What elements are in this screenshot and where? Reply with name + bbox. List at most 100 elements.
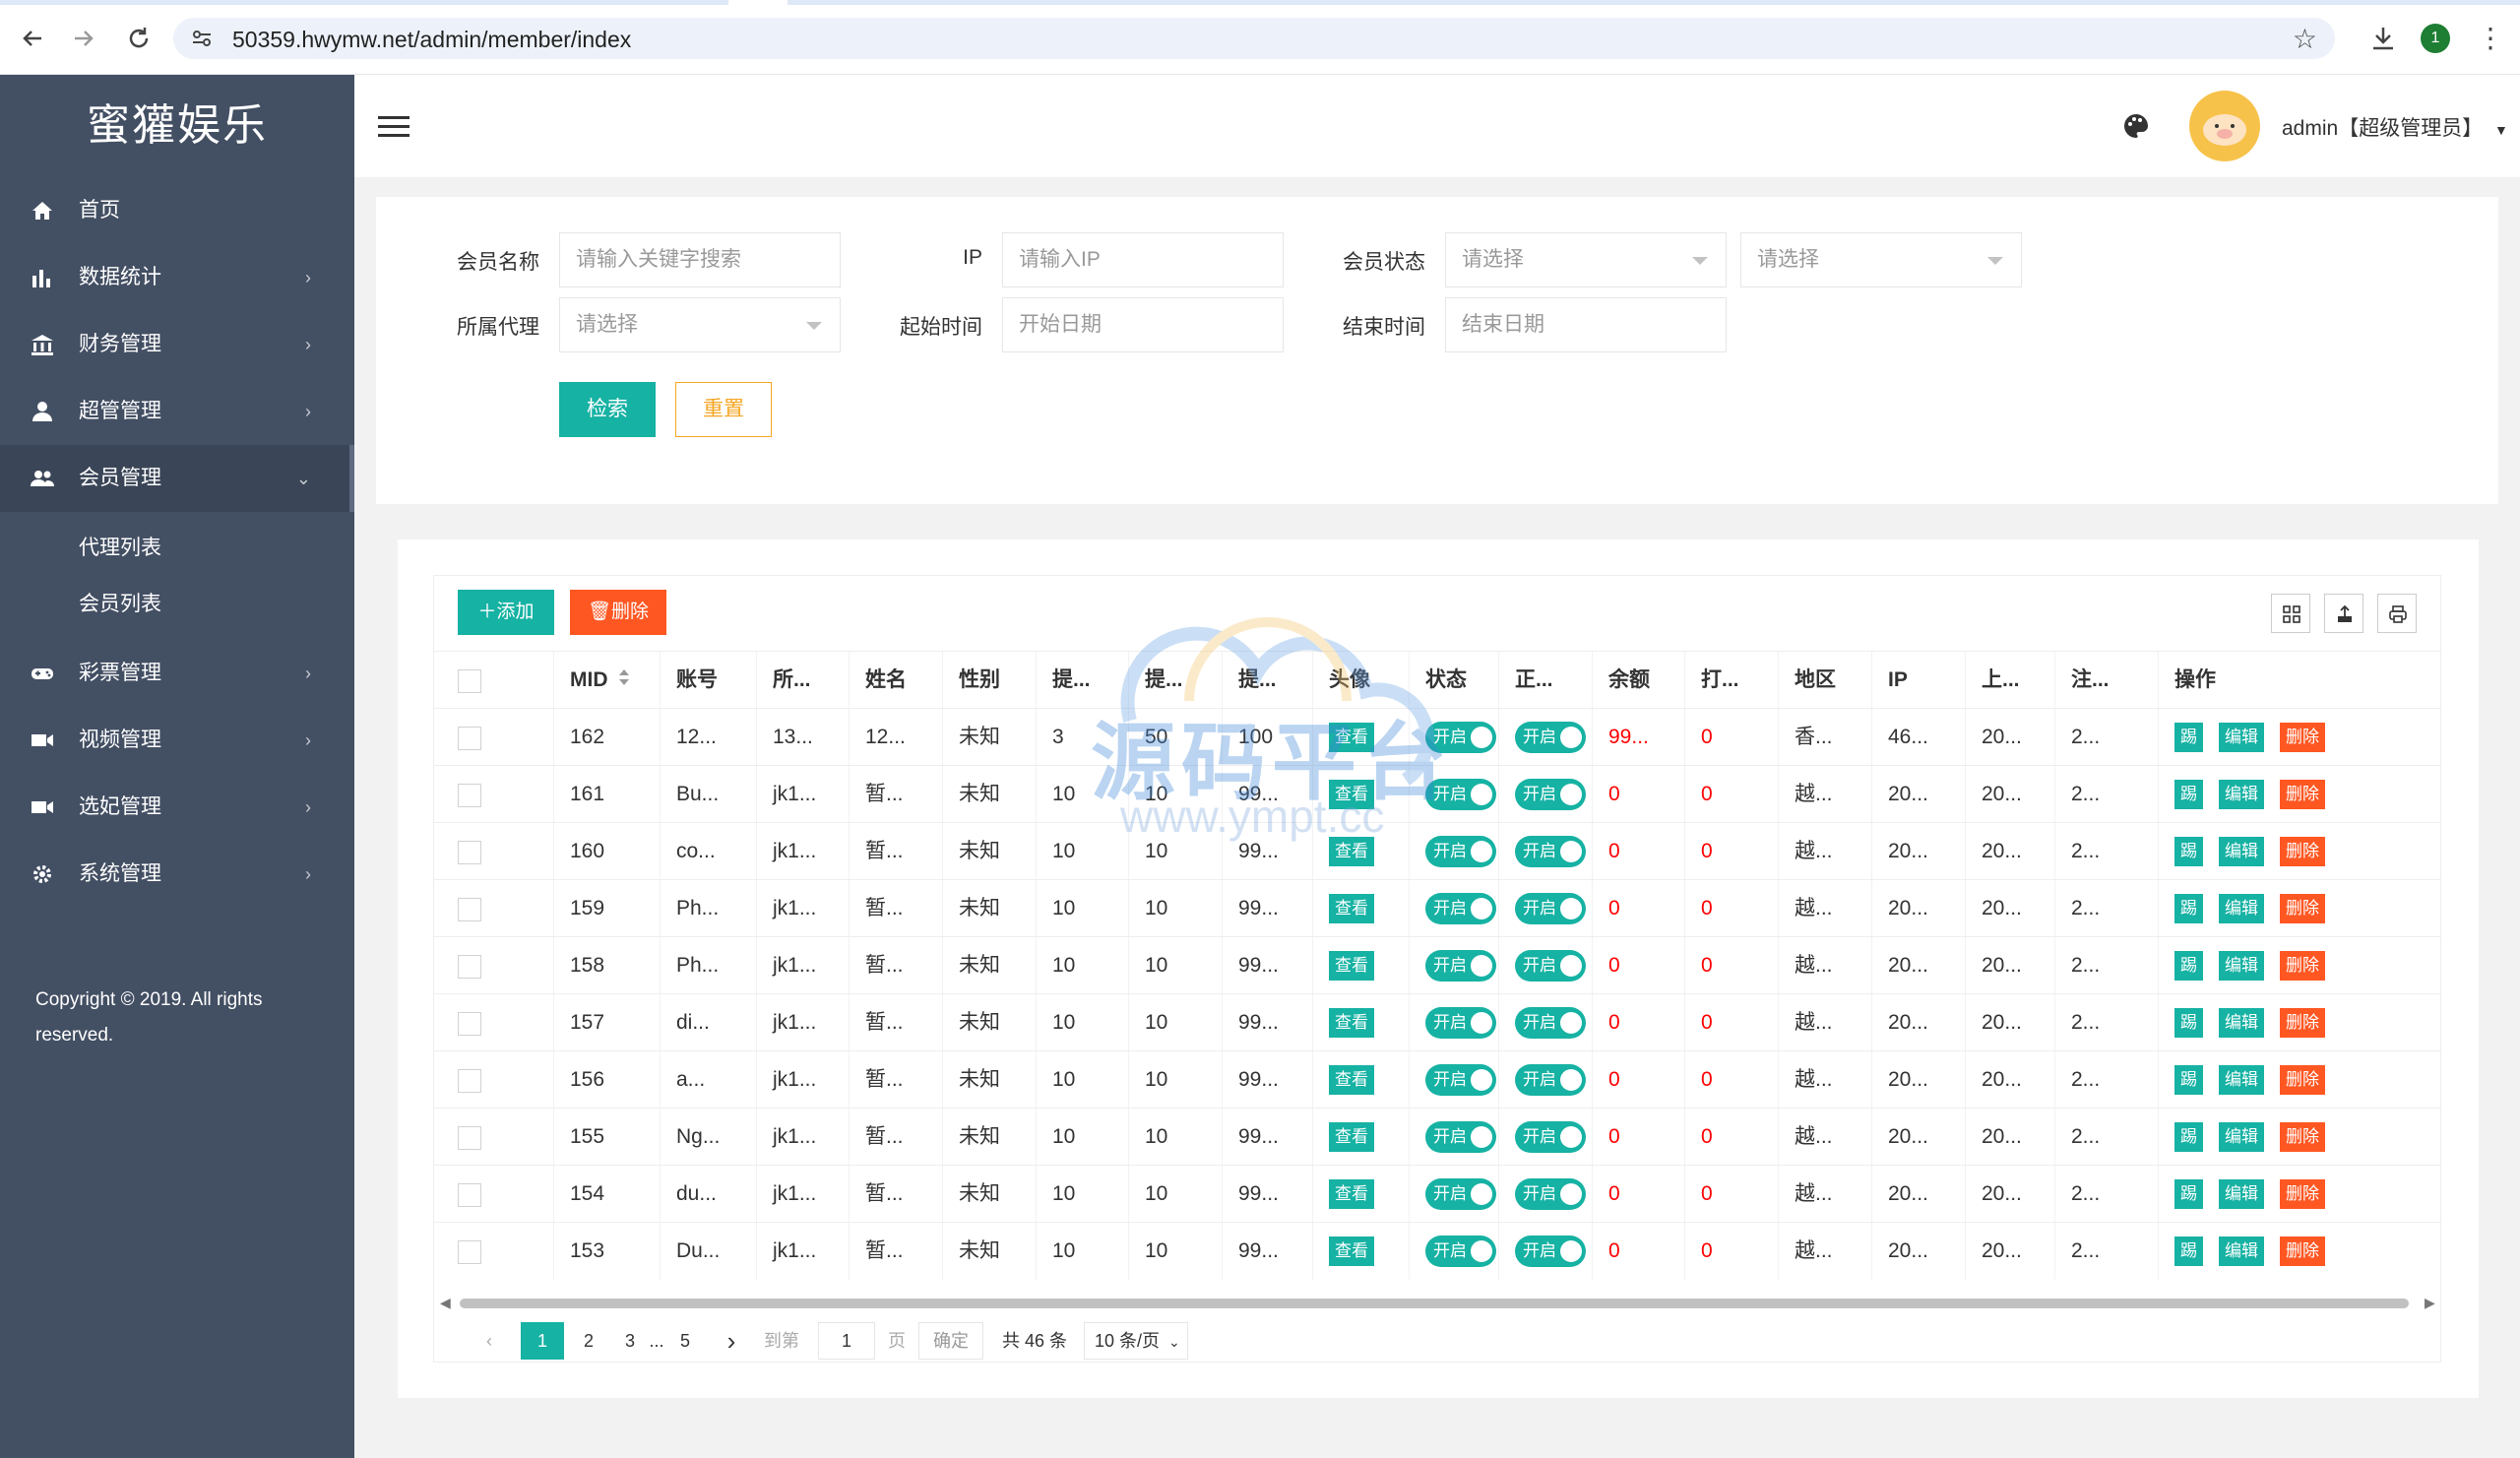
- forward-icon[interactable]: [69, 24, 98, 53]
- normal-toggle[interactable]: 开启: [1515, 893, 1586, 925]
- member-name-input[interactable]: 请输入关键字搜索: [559, 232, 841, 287]
- status-toggle[interactable]: 开启: [1425, 950, 1496, 983]
- horizontal-scrollbar[interactable]: ◀ ▶: [434, 1295, 2440, 1312]
- row-checkbox[interactable]: [458, 1069, 481, 1093]
- status-toggle[interactable]: 开启: [1425, 836, 1496, 868]
- address-bar[interactable]: 50359.hwymw.net/admin/member/index ☆: [173, 18, 2335, 59]
- url-text[interactable]: 50359.hwymw.net/admin/member/index: [232, 27, 631, 53]
- status-toggle[interactable]: 开启: [1425, 1121, 1496, 1154]
- row-checkbox[interactable]: [458, 727, 481, 750]
- kick-button[interactable]: 踢: [2174, 837, 2203, 867]
- status-toggle[interactable]: 开启: [1425, 779, 1496, 811]
- agent-select[interactable]: 请选择: [559, 297, 841, 352]
- sidebar-item-videos[interactable]: 视频管理 ›: [0, 707, 354, 774]
- view-avatar-button[interactable]: 查看: [1329, 780, 1374, 810]
- sidebar-subitem-members[interactable]: 会员列表: [0, 576, 354, 632]
- hamburger-menu-icon[interactable]: [378, 116, 410, 138]
- goto-page-input[interactable]: 1: [818, 1322, 875, 1360]
- kick-button[interactable]: 踢: [2174, 1236, 2203, 1267]
- columns-filter-icon[interactable]: [2271, 594, 2310, 633]
- page-2[interactable]: 2: [574, 1322, 603, 1360]
- view-avatar-button[interactable]: 查看: [1329, 1008, 1374, 1039]
- normal-toggle[interactable]: 开启: [1515, 722, 1586, 754]
- row-checkbox[interactable]: [458, 1012, 481, 1036]
- edit-button[interactable]: 编辑: [2219, 837, 2264, 867]
- status-toggle[interactable]: 开启: [1425, 722, 1496, 754]
- normal-toggle[interactable]: 开启: [1515, 836, 1586, 868]
- kick-button[interactable]: 踢: [2174, 1179, 2203, 1210]
- kick-button[interactable]: 踢: [2174, 723, 2203, 753]
- prev-page-icon[interactable]: ‹: [479, 1322, 499, 1360]
- page-3[interactable]: 3: [615, 1322, 645, 1360]
- edit-button[interactable]: 编辑: [2219, 780, 2264, 810]
- export-icon[interactable]: [2324, 594, 2363, 633]
- status-toggle[interactable]: 开启: [1425, 893, 1496, 925]
- normal-toggle[interactable]: 开启: [1515, 1178, 1586, 1211]
- normal-toggle[interactable]: 开启: [1515, 1064, 1586, 1097]
- sidebar-item-concubine[interactable]: 选妃管理 ›: [0, 774, 354, 841]
- normal-toggle[interactable]: 开启: [1515, 950, 1586, 983]
- row-checkbox[interactable]: [458, 841, 481, 864]
- row-checkbox[interactable]: [458, 784, 481, 807]
- edit-button[interactable]: 编辑: [2219, 723, 2264, 753]
- view-avatar-button[interactable]: 查看: [1329, 837, 1374, 867]
- page-5[interactable]: 5: [670, 1322, 700, 1360]
- normal-toggle[interactable]: 开启: [1515, 779, 1586, 811]
- view-avatar-button[interactable]: 查看: [1329, 951, 1374, 982]
- delete-row-button[interactable]: 删除: [2280, 1008, 2325, 1039]
- edit-button[interactable]: 编辑: [2219, 1236, 2264, 1267]
- edit-button[interactable]: 编辑: [2219, 1179, 2264, 1210]
- back-icon[interactable]: [18, 24, 47, 53]
- row-checkbox[interactable]: [458, 1240, 481, 1264]
- print-icon[interactable]: [2377, 594, 2417, 633]
- end-date-input[interactable]: 结束日期: [1445, 297, 1727, 352]
- sidebar-item-system[interactable]: 系统管理 ›: [0, 841, 354, 908]
- bookmark-star-icon[interactable]: ☆: [2293, 23, 2317, 55]
- sidebar-item-home[interactable]: 首页: [0, 177, 354, 244]
- view-avatar-button[interactable]: 查看: [1329, 1179, 1374, 1210]
- delete-row-button[interactable]: 删除: [2280, 1236, 2325, 1267]
- normal-toggle[interactable]: 开启: [1515, 1007, 1586, 1040]
- palette-icon[interactable]: [2122, 112, 2150, 140]
- delete-row-button[interactable]: 删除: [2280, 780, 2325, 810]
- start-date-input[interactable]: 开始日期: [1002, 297, 1284, 352]
- row-checkbox[interactable]: [458, 1126, 481, 1150]
- sidebar-item-finance[interactable]: 财务管理 ›: [0, 311, 354, 378]
- page-1[interactable]: 1: [521, 1322, 564, 1360]
- view-avatar-button[interactable]: 查看: [1329, 1065, 1374, 1096]
- sort-icon[interactable]: [618, 652, 630, 709]
- edit-button[interactable]: 编辑: [2219, 1122, 2264, 1153]
- site-info-icon[interactable]: [189, 26, 215, 51]
- kick-button[interactable]: 踢: [2174, 1065, 2203, 1096]
- edit-button[interactable]: 编辑: [2219, 1065, 2264, 1096]
- normal-toggle[interactable]: 开启: [1515, 1121, 1586, 1154]
- delete-row-button[interactable]: 删除: [2280, 951, 2325, 982]
- app-logo[interactable]: 蜜獾娱乐: [0, 75, 354, 177]
- view-avatar-button[interactable]: 查看: [1329, 723, 1374, 753]
- sidebar-item-lottery[interactable]: 彩票管理 ›: [0, 640, 354, 707]
- delete-row-button[interactable]: 删除: [2280, 1179, 2325, 1210]
- delete-row-button[interactable]: 删除: [2280, 1065, 2325, 1096]
- view-avatar-button[interactable]: 查看: [1329, 894, 1374, 924]
- kick-button[interactable]: 踢: [2174, 894, 2203, 924]
- member-status-select[interactable]: 请选择: [1445, 232, 1727, 287]
- download-icon[interactable]: [2368, 24, 2398, 53]
- page-size-select[interactable]: 10 条/页 ⌄: [1084, 1322, 1188, 1360]
- delete-row-button[interactable]: 删除: [2280, 894, 2325, 924]
- ip-input[interactable]: 请输入IP: [1002, 232, 1284, 287]
- kick-button[interactable]: 踢: [2174, 1122, 2203, 1153]
- user-avatar[interactable]: [2189, 91, 2260, 161]
- normal-toggle[interactable]: 开启: [1515, 1236, 1586, 1268]
- sidebar-subitem-agents[interactable]: 代理列表: [0, 520, 354, 576]
- scroll-thumb[interactable]: [460, 1299, 2409, 1308]
- view-avatar-button[interactable]: 查看: [1329, 1122, 1374, 1153]
- edit-button[interactable]: 编辑: [2219, 951, 2264, 982]
- status-toggle[interactable]: 开启: [1425, 1236, 1496, 1268]
- row-checkbox[interactable]: [458, 955, 481, 979]
- delete-row-button[interactable]: 删除: [2280, 723, 2325, 753]
- reset-button[interactable]: 重置: [675, 382, 772, 437]
- sidebar-item-statistics[interactable]: 数据统计 ›: [0, 244, 354, 311]
- sidebar-item-admins[interactable]: 超管管理 ›: [0, 378, 354, 445]
- member-status-select-2[interactable]: 请选择: [1740, 232, 2022, 287]
- scroll-right-icon[interactable]: ▶: [2425, 1295, 2435, 1311]
